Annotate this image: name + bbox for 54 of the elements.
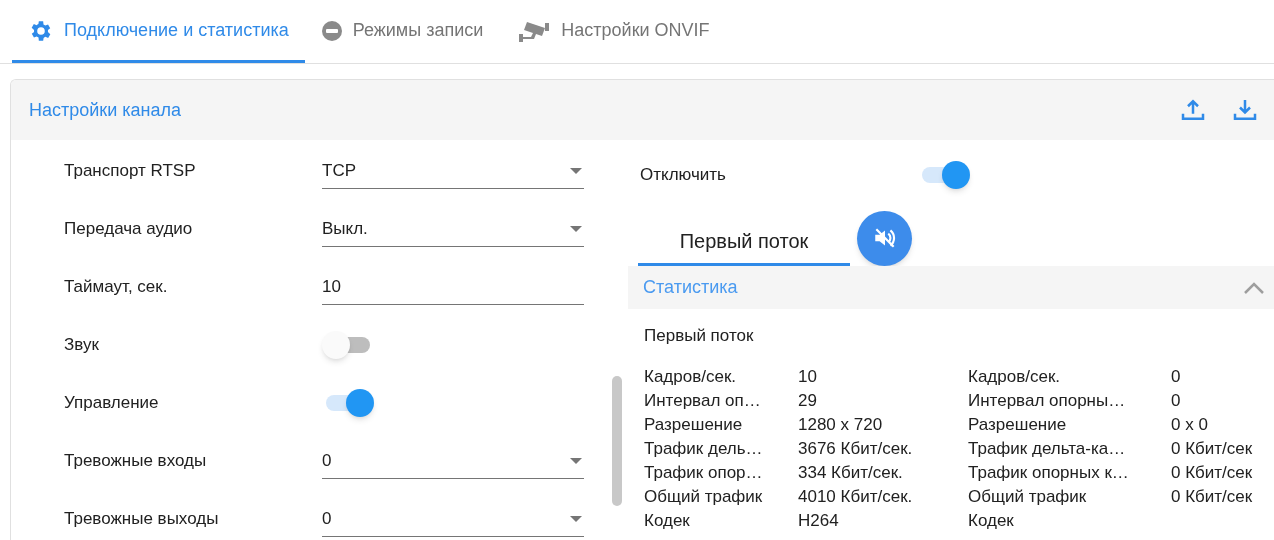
setting-label: Передача аудио <box>64 218 194 241</box>
stat-value: 0 x 0 <box>1171 413 1209 436</box>
stat-label: Трафик опор… <box>644 461 764 484</box>
stat-label: Кодек <box>644 509 691 532</box>
stat-value: 0 <box>1171 365 1182 388</box>
stat-label: Интервал опорны… <box>968 389 1127 412</box>
setting-label: Управление <box>64 392 160 415</box>
setting-label: Тревожные выходы <box>64 508 220 531</box>
dropdown-icon <box>570 167 582 174</box>
setting-label: Звук <box>64 334 100 357</box>
select-field[interactable]: 0 <box>322 501 584 537</box>
chevron-icon[interactable] <box>1243 280 1265 295</box>
tab[interactable]: Подключение и статистика <box>12 1 305 63</box>
setting-label: Транспорт RTSP <box>64 160 197 183</box>
select-field[interactable]: 0 <box>322 443 584 479</box>
stat-label: Трафик дель… <box>644 437 764 460</box>
select-field[interactable]: Выкл. <box>322 211 584 247</box>
panel-title: Настройки канала <box>29 98 181 122</box>
stat-label: Общий трафик <box>968 485 1088 508</box>
stat-label: Разрешение <box>644 413 744 436</box>
tab[interactable]: Настройки ONVIF <box>499 1 726 63</box>
stat-value: 0 <box>1171 389 1182 412</box>
dropdown-icon <box>570 225 582 232</box>
stream-title: Первый поток <box>644 325 755 347</box>
stat-value: 334 Кбит/сек. <box>798 461 904 484</box>
tab[interactable]: Режимы записи <box>304 1 500 63</box>
stat-label: Кодек <box>968 509 1015 532</box>
scrollbar[interactable] <box>612 376 622 506</box>
stat-value: 10 <box>798 365 818 388</box>
stat-label: Трафик дельта-ка… <box>968 437 1127 460</box>
stat-value: H264 <box>798 509 840 532</box>
stat-value: 1280 x 720 <box>798 413 884 436</box>
stat-value: 0 Кбит/сек <box>1171 437 1254 460</box>
stat-value: 4010 Кбит/сек. <box>798 485 914 508</box>
stat-label: Интервал оп… <box>644 389 762 412</box>
mute-button[interactable] <box>857 210 912 266</box>
stat-value: 0 Кбит/сек <box>1171 461 1254 484</box>
stat-label: Кадров/сек. <box>968 365 1062 388</box>
select-field[interactable]: TCP <box>322 153 584 189</box>
record-icon <box>320 19 343 42</box>
setting-label: Тревожные входы <box>64 450 208 473</box>
stat-value: 29 <box>798 389 818 412</box>
section-title: Статистика <box>643 276 738 299</box>
input-field[interactable]: 10 <box>322 269 584 305</box>
stat-label: Общий трафик <box>644 485 764 508</box>
setting-label: Отключить <box>640 164 727 187</box>
setting-label: Таймаут, сек. <box>64 276 169 299</box>
dropdown-icon <box>570 457 582 464</box>
stat-value: 3676 Кбит/сек. <box>798 437 914 460</box>
stat-label: Разрешение <box>968 413 1068 436</box>
dropdown-icon <box>570 515 582 522</box>
stat-label: Кадров/сек. <box>644 365 738 388</box>
stat-value: 0 Кбит/сек <box>1171 485 1254 508</box>
stat-label: Трафик опорных к… <box>968 461 1130 484</box>
